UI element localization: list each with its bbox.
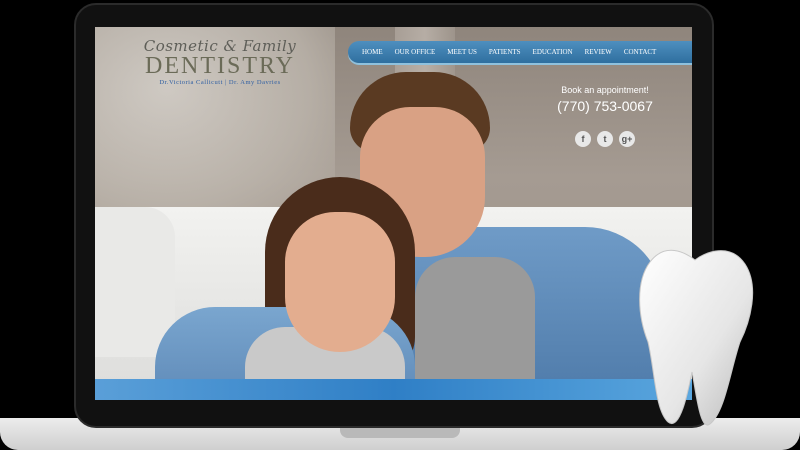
logo-main-text: DENTISTRY xyxy=(145,53,295,79)
social-links: f t g+ xyxy=(550,131,660,147)
nav-item-our-office[interactable]: OUR OFFICE xyxy=(395,48,436,56)
website-screen: Cosmetic & Family DENTISTRY Dr.Victoria … xyxy=(95,27,692,400)
nav-item-contact[interactable]: CONTACT xyxy=(624,48,657,56)
facebook-icon[interactable]: f xyxy=(575,131,591,147)
bottom-band xyxy=(95,379,692,400)
nav-item-home[interactable]: HOME xyxy=(362,48,383,56)
woman-face xyxy=(285,212,395,352)
nav-item-education[interactable]: EDUCATION xyxy=(533,48,573,56)
laptop-notch xyxy=(340,428,460,438)
nav-item-meet-us[interactable]: MEET US xyxy=(447,48,477,56)
main-nav: HOME OUR OFFICE MEET US PATIENTS EDUCATI… xyxy=(348,41,692,63)
nav-item-review[interactable]: REVIEW xyxy=(585,48,612,56)
nav-item-patients[interactable]: PATIENTS xyxy=(489,48,521,56)
google-plus-icon[interactable]: g+ xyxy=(619,131,635,147)
site-logo[interactable]: Cosmetic & Family DENTISTRY Dr.Victoria … xyxy=(140,37,300,86)
appointment-text: Book an appointment! xyxy=(561,85,649,95)
contact-block: Book an appointment! (770) 753-0067 f t … xyxy=(550,85,660,147)
tooth-icon xyxy=(639,249,754,426)
twitter-icon[interactable]: t xyxy=(597,131,613,147)
logo-doctors-text: Dr.Victoria Callicutt | Dr. Amy Davries xyxy=(159,79,281,86)
phone-link[interactable]: (770) 753-0067 xyxy=(550,98,660,114)
